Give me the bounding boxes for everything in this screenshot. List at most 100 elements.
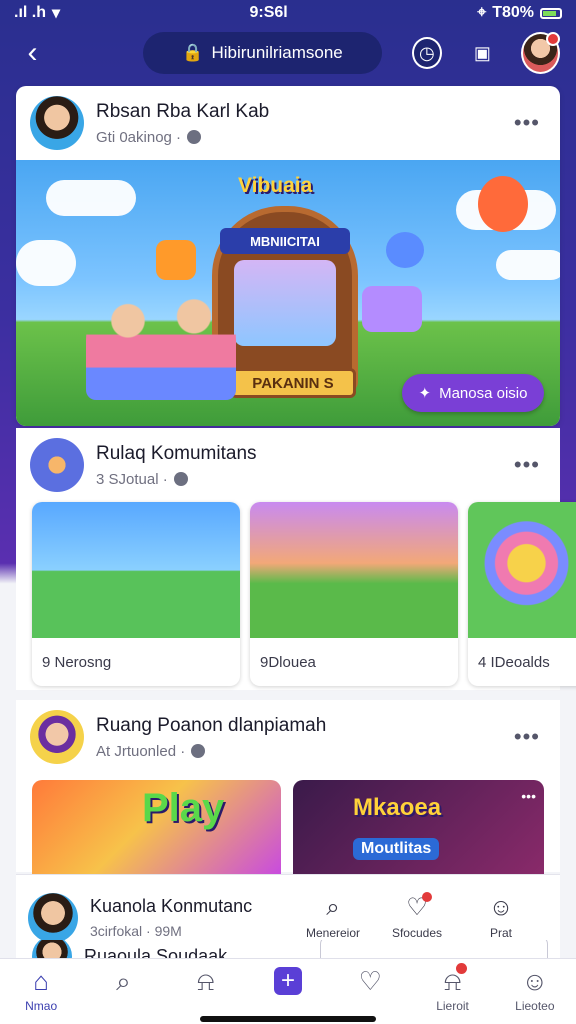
community-card[interactable]: 4 IDeoalds [468, 502, 576, 686]
card-image [32, 502, 240, 638]
banner-sign: MBNIICITAI [220, 228, 350, 254]
mini-title[interactable]: Kuanola Konmutanc [90, 896, 270, 917]
post-header: Rbsan Rba Karl Kab Gti 0akinog · ••• [16, 86, 560, 160]
plus-icon: + [273, 967, 302, 995]
room-avatar[interactable] [30, 710, 84, 764]
globe-icon [173, 472, 188, 486]
notification-dot [421, 891, 432, 902]
nav-home[interactable]: ⌂ Nmao [9, 967, 73, 1013]
notification-dot [456, 963, 468, 974]
back-icon[interactable]: ‹ [16, 36, 49, 70]
more-icon[interactable]: ••• [508, 110, 546, 136]
nav-notifications[interactable]: ⍾ [174, 967, 238, 995]
top-bar: ‹ 🔒 Hibirunilriamsone ◷ ▣ [0, 30, 576, 76]
sticker-shape [156, 240, 196, 280]
post-card: Rbsan Rba Karl Kab Gti 0akinog · ••• Vib… [16, 86, 560, 426]
more-icon[interactable]: ••• [508, 452, 546, 478]
heart-icon: ♡ [406, 891, 432, 920]
fox-character [478, 176, 528, 232]
mini-action-likes[interactable]: ♡ Sfocudes [380, 891, 454, 940]
user-icon: ☺ [521, 966, 549, 996]
url-text: Hibirunilriamsone [211, 43, 343, 62]
nav-favorites[interactable]: ♡ [338, 967, 402, 995]
community-card[interactable]: 9Dlouea [250, 502, 458, 686]
nav-label: Lieroit [436, 999, 469, 1013]
mini-avatar[interactable] [28, 892, 78, 943]
post-banner[interactable]: Vibuaia MBNIICITAI PAKANIN S ✦ Manosa oi… [16, 160, 560, 426]
nav-profile[interactable]: ☺ Lieoteo [503, 967, 567, 1013]
peek-row: Ruaoula Soudaak [16, 940, 560, 958]
signal-indicator: .ıl .h [14, 4, 46, 21]
location-icon: ⌖ [477, 4, 487, 21]
nav-search[interactable]: ⌕ [91, 967, 155, 995]
post-titles: Rbsan Rba Karl Kab Gti 0akinog · [96, 101, 496, 146]
more-icon[interactable]: ••• [508, 724, 546, 750]
home-indicator[interactable] [200, 1016, 376, 1022]
post-author[interactable]: Rbsan Rba Karl Kab [96, 101, 496, 123]
room-subtitle: At Jrtuonled · [96, 742, 186, 760]
room-card-text: Mkaoea [353, 794, 442, 821]
author-avatar[interactable] [30, 96, 84, 150]
notification-dot [546, 32, 560, 46]
peek-title[interactable]: Ruaoula Soudaak [84, 946, 227, 959]
peek-avatar[interactable] [32, 940, 72, 958]
bottom-nav: ⌂ Nmao ⌕ ⍾ + ♡ ⍾ Lieroit ☺ Lieoteo [0, 958, 576, 1024]
mini-action-label: Prat [489, 925, 512, 940]
community-avatar[interactable] [30, 438, 84, 492]
globe-icon [187, 130, 202, 144]
room-card[interactable]: Mkaoea Moutlitas ••• [293, 780, 544, 876]
mini-action-search[interactable]: ⌕ Menereior [296, 895, 370, 940]
room-titles: Ruang Poanon dlanpiamah At Jrtuonled · [96, 715, 496, 760]
profile-avatar[interactable] [521, 32, 560, 74]
mini-titles: Kuanola Konmutanc 3cirfokal · 99M [90, 896, 270, 939]
status-left: .ıl .h ▾ [14, 3, 60, 23]
lock-icon: 🔒 [182, 43, 204, 62]
community-meta: 3 SJotual · [96, 471, 496, 488]
room-card-subtext: Moutlitas [353, 838, 440, 860]
camera-icon[interactable]: ▣ [468, 37, 497, 69]
community-cards: 9 Nerosng 9Dlouea 4 IDeoalds [16, 502, 576, 686]
post-meta: Gti 0akinog · [96, 129, 496, 146]
community-card[interactable]: 9 Nerosng [32, 502, 240, 686]
room-cards: Play Mkaoea Moutlitas ••• [16, 780, 560, 876]
clock-icon[interactable]: ◷ [411, 37, 442, 69]
mini-action-profile[interactable]: ☺ Prat [464, 893, 538, 940]
room-section: Ruang Poanon dlanpiamah At Jrtuonled · •… [16, 700, 560, 876]
community-titles: Rulaq Komumitans 3 SJotual · [96, 443, 496, 488]
nav-alerts[interactable]: ⍾ Lieroit [421, 963, 485, 1013]
banner-base: PAKANIN S [230, 368, 356, 398]
mini-action-label: Menereior [305, 925, 361, 940]
card-image [468, 502, 576, 638]
nav-label: Nmao [25, 999, 58, 1013]
home-icon: ⌂ [33, 966, 49, 996]
status-bar: .ıl .h ▾ 9:S6l ⌖ T80% [0, 0, 576, 26]
search-icon: ⌕ [116, 966, 131, 996]
community-section: Rulaq Komumitans 3 SJotual · ••• 9 Neros… [16, 428, 576, 690]
community-subtitle: 3 SJotual · [96, 470, 168, 488]
card-image [250, 502, 458, 638]
peek-input[interactable] [320, 940, 548, 958]
wifi-icon: ▾ [52, 5, 61, 22]
room-meta: At Jrtuonled · [96, 743, 496, 760]
status-time: 9:S6l [249, 4, 288, 21]
star-icon: ✦ [418, 385, 432, 402]
room-card-text: Play [142, 786, 225, 830]
cloud-shape [16, 240, 76, 286]
sticker-shape [362, 286, 422, 332]
url-bar[interactable]: 🔒 Hibirunilriamsone [143, 32, 382, 74]
room-title[interactable]: Ruang Poanon dlanpiamah [96, 715, 496, 737]
cloud-shape [46, 180, 136, 216]
status-right: ⌖ T80% [477, 4, 562, 22]
more-icon[interactable]: ••• [521, 788, 536, 804]
user-icon: ☺ [488, 893, 514, 921]
booth-window [234, 260, 336, 346]
community-title[interactable]: Rulaq Komumitans [96, 443, 496, 465]
family-illustration [86, 290, 236, 400]
battery-icon [540, 7, 562, 19]
cta-label: Manosa oisio [439, 384, 528, 402]
room-card[interactable]: Play [32, 780, 281, 876]
heart-icon: ♡ [358, 966, 382, 996]
nav-create[interactable]: + [256, 967, 320, 995]
mini-action-label: Sfocudes [391, 925, 443, 940]
cta-button[interactable]: ✦ Manosa oisio [402, 374, 544, 412]
